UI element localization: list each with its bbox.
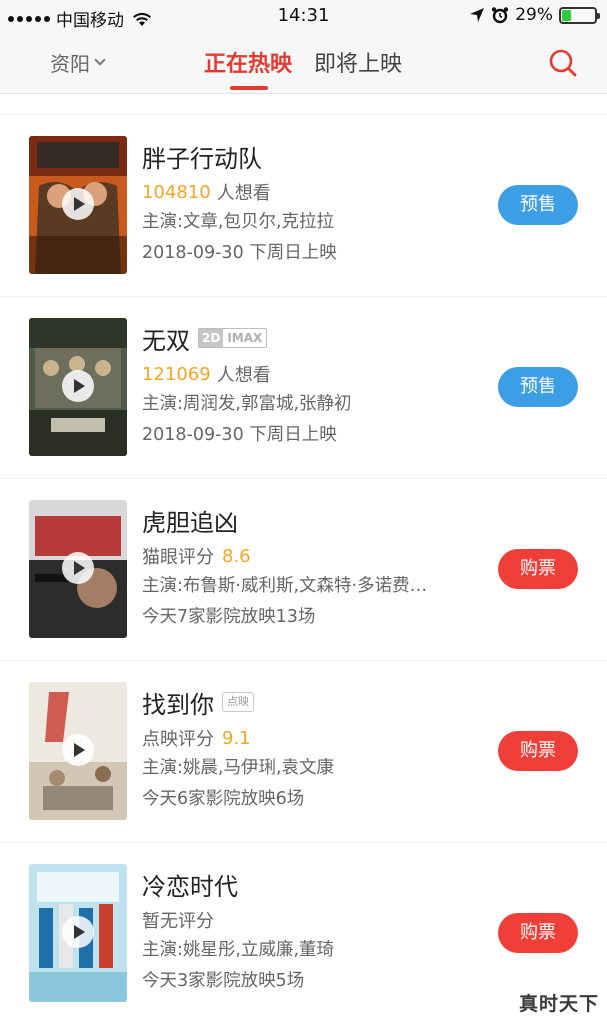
- title-row: 胖子行动队: [142, 139, 482, 173]
- movie-info: 胖子行动队 104810 人想看 主演:文章,包贝尔,克拉拉 2018-09-3…: [142, 139, 482, 269]
- city-label: 资阳: [50, 52, 90, 76]
- cast-line: 主演:姚晨,马伊琍,袁文康: [142, 758, 335, 778]
- movie-title: 无双: [142, 326, 190, 355]
- preview-badge: 点映: [222, 692, 254, 712]
- want-count-line: 121069 人想看: [142, 359, 472, 389]
- battery-percent: 29%: [515, 5, 553, 25]
- format-2d: 2D: [199, 329, 224, 347]
- search-icon[interactable]: [548, 48, 578, 78]
- movie-title: 找到你: [142, 690, 214, 719]
- rating-label: 点映评分: [142, 729, 214, 750]
- alarm-icon: [492, 7, 509, 24]
- title-row: 无双 2D IMAX: [142, 321, 482, 355]
- rating-label: 暂无评分: [142, 911, 214, 932]
- movie-item[interactable]: 虎胆追凶 猫眼评分 8.6 主演:布鲁斯·威利斯,文森特·多诺费… 今天7家影院…: [0, 479, 607, 661]
- want-label: 人想看: [216, 183, 271, 204]
- tab-coming-soon[interactable]: 即将上映: [314, 46, 402, 78]
- play-icon[interactable]: [62, 916, 94, 948]
- schedule-line: 今天6家影院放映6场: [142, 789, 305, 809]
- movie-title: 冷恋时代: [142, 872, 238, 901]
- title-row: 找到你 点映: [142, 685, 482, 719]
- movie-info: 虎胆追凶 猫眼评分 8.6 主演:布鲁斯·威利斯,文森特·多诺费… 今天7家影院…: [142, 503, 482, 633]
- cast-line: 主演:文章,包贝尔,克拉拉: [142, 212, 335, 232]
- ice-dream-poster[interactable]: [29, 864, 127, 1002]
- location-icon: [470, 8, 485, 22]
- schedule-line: 2018-09-30 下周日上映: [142, 243, 337, 263]
- missing-poster[interactable]: [29, 682, 127, 820]
- play-icon[interactable]: [62, 734, 94, 766]
- schedule-line: 今天7家影院放映13场: [142, 607, 316, 627]
- active-tab-indicator: [230, 86, 268, 90]
- nav-header: 资阳 正在热映 即将上映: [0, 32, 607, 94]
- play-icon[interactable]: [62, 188, 94, 220]
- cast-line: 主演:姚星彤,立威廉,董琦: [142, 940, 335, 960]
- movie-list: 胖子行动队 104810 人想看 主演:文章,包贝尔,克拉拉 2018-09-3…: [0, 114, 607, 1020]
- rating-label: 猫眼评分: [142, 547, 214, 568]
- fat-squad-poster[interactable]: [29, 136, 127, 274]
- play-icon[interactable]: [62, 552, 94, 584]
- title-row: 虎胆追凶: [142, 503, 482, 537]
- cast-line: 主演:周润发,郭富城,张静初: [142, 394, 352, 414]
- cast-line: 主演:布鲁斯·威利斯,文森特·多诺费…: [142, 576, 428, 596]
- rating-score: 8.6: [222, 545, 251, 567]
- buy-ticket-button[interactable]: 购票: [498, 913, 578, 953]
- project-gutenberg-poster[interactable]: [29, 318, 127, 456]
- want-count: 121069: [142, 363, 211, 385]
- movie-item[interactable]: 胖子行动队 104810 人想看 主演:文章,包贝尔,克拉拉 2018-09-3…: [0, 115, 607, 297]
- movie-title: 虎胆追凶: [142, 508, 238, 537]
- battery-level: [562, 9, 572, 21]
- schedule-line: 2018-09-30 下周日上映: [142, 425, 337, 445]
- movie-item[interactable]: 找到你 点映 点映评分 9.1 主演:姚晨,马伊琍,袁文康 今天6家影院放映6场…: [0, 661, 607, 843]
- movie-item[interactable]: 无双 2D IMAX 121069 人想看 主演:周润发,郭富城,张静初 201…: [0, 297, 607, 479]
- death-wish-poster[interactable]: [29, 500, 127, 638]
- rating-score: 9.1: [222, 727, 251, 749]
- watermark: 真时天下: [518, 993, 599, 1015]
- format-imax: IMAX: [227, 331, 263, 345]
- want-count-line: 104810 人想看: [142, 177, 472, 207]
- presale-button[interactable]: 预售: [498, 367, 578, 407]
- buy-ticket-button[interactable]: 购票: [498, 549, 578, 589]
- status-right: 29%: [469, 5, 600, 25]
- buy-ticket-button[interactable]: 购票: [498, 731, 578, 771]
- status-bar: 中国移动 14:31 29%: [0, 0, 607, 32]
- want-label: 人想看: [216, 365, 271, 386]
- movie-info: 无双 2D IMAX 121069 人想看 主演:周润发,郭富城,张静初 201…: [142, 321, 482, 451]
- schedule-line: 今天3家影院放映5场: [142, 971, 305, 991]
- city-selector[interactable]: 资阳: [50, 48, 106, 77]
- movie-info: 冷恋时代 暂无评分 主演:姚星彤,立威廉,董琦 今天3家影院放映5场: [142, 867, 482, 997]
- movie-item[interactable]: 冷恋时代 暂无评分 主演:姚星彤,立威廉,董琦 今天3家影院放映5场 购票: [0, 843, 607, 1020]
- title-row: 冷恋时代: [142, 867, 482, 901]
- battery-icon: [559, 6, 600, 24]
- want-count: 104810: [142, 181, 211, 203]
- presale-button[interactable]: 预售: [498, 185, 578, 225]
- rating-line: 猫眼评分 8.6: [142, 541, 472, 571]
- rating-line: 暂无评分: [142, 905, 472, 935]
- play-icon[interactable]: [62, 370, 94, 402]
- rating-line: 点映评分 9.1: [142, 723, 472, 753]
- tab-now-showing[interactable]: 正在热映: [204, 46, 292, 78]
- format-badge: 2D IMAX: [198, 328, 268, 348]
- chevron-down-icon: [94, 53, 106, 66]
- movie-title: 胖子行动队: [142, 144, 262, 173]
- movie-info: 找到你 点映 点映评分 9.1 主演:姚晨,马伊琍,袁文康 今天6家影院放映6场: [142, 685, 482, 815]
